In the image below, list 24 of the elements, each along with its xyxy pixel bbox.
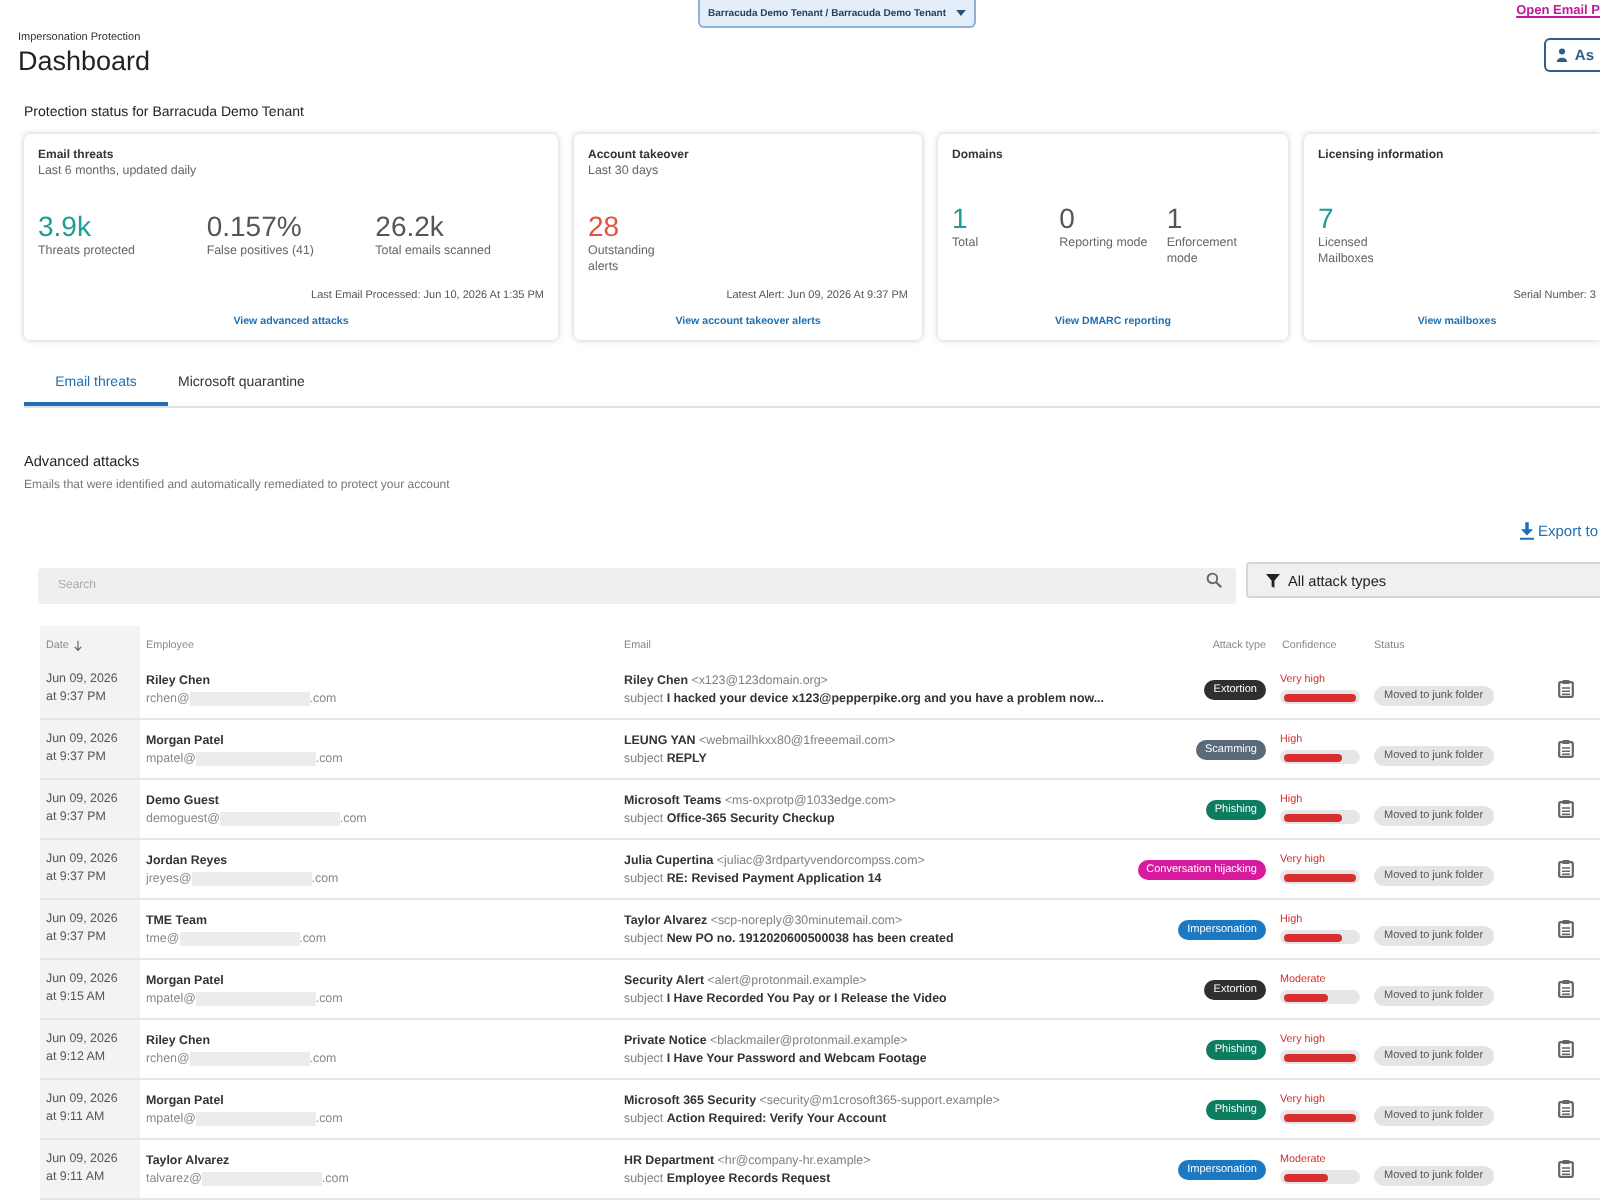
clipboard-icon[interactable] [1558,1040,1574,1058]
stat-value: 0 [1059,202,1077,236]
clipboard-icon[interactable] [1558,680,1574,698]
clipboard-icon[interactable] [1558,800,1574,818]
download-icon [1519,521,1534,539]
page-title: Dashboard [18,46,151,78]
stat-value: 7 [1318,202,1336,236]
search-icon [1206,572,1222,588]
clipboard-icon[interactable] [1558,740,1574,758]
person-icon [1556,48,1569,62]
stat-value: 3.9k [38,210,93,244]
sort-arrow-icon [74,640,83,652]
stat-value: 28 [588,210,622,244]
caret-icon [956,10,966,16]
stat-value: 1 [952,202,970,236]
stat-value: 0.157% [206,210,304,244]
clipboard-icon[interactable] [1558,920,1574,938]
stat-value: 1 [1166,202,1185,236]
clipboard-icon[interactable] [1558,1100,1574,1118]
clipboard-icon[interactable] [1558,860,1574,878]
clipboard-icon[interactable] [1558,1160,1574,1178]
clipboard-icon[interactable] [1558,980,1574,998]
stat-value: 26.2k [375,210,446,244]
filter-icon [1266,573,1280,587]
